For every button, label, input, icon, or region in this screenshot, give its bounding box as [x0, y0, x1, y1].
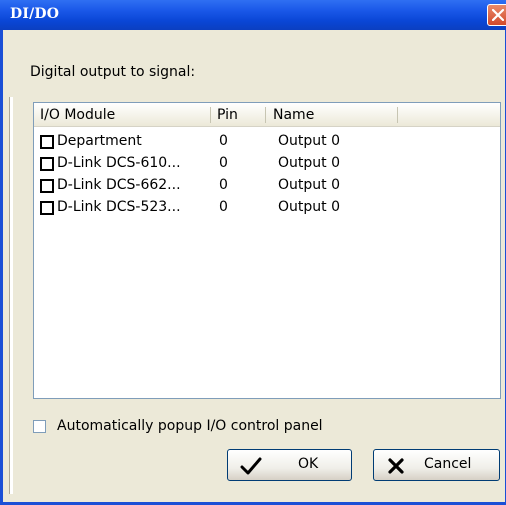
column-header-name[interactable]: Name — [267, 103, 397, 127]
row-checkbox[interactable] — [40, 135, 54, 149]
cancel-label: Cancel — [424, 456, 472, 472]
title-bar[interactable]: DI/DO — [0, 0, 506, 30]
left-divider — [9, 97, 13, 494]
column-divider[interactable] — [265, 107, 266, 123]
column-header-io-module[interactable]: I/O Module — [34, 103, 210, 127]
x-icon — [388, 458, 404, 474]
checkmark-icon — [240, 457, 262, 475]
window-title: DI/DO — [10, 6, 60, 22]
list-header: I/O Module Pin Name — [34, 103, 500, 127]
module-cell: D-Link DCS-523... — [57, 199, 181, 215]
auto-popup-label: Automatically popup I/O control panel — [57, 418, 323, 434]
pin-cell: 0 — [219, 177, 228, 193]
row-checkbox[interactable] — [40, 157, 54, 171]
pin-cell: 0 — [219, 199, 228, 215]
name-cell: Output 0 — [278, 199, 340, 215]
ok-button[interactable]: OK — [227, 449, 352, 481]
table-row[interactable]: D-Link DCS-610... 0 Output 0 — [34, 153, 500, 175]
name-cell: Output 0 — [278, 177, 340, 193]
column-divider[interactable] — [397, 107, 398, 123]
row-checkbox[interactable] — [40, 201, 54, 215]
row-checkbox[interactable] — [40, 179, 54, 193]
close-button[interactable] — [487, 4, 506, 26]
module-cell: Department — [57, 133, 142, 149]
dido-dialog: DI/DO Digital output to signal: I/O Modu… — [0, 0, 506, 505]
auto-popup-checkbox[interactable] — [33, 420, 46, 433]
table-row[interactable]: D-Link DCS-523... 0 Output 0 — [34, 197, 500, 219]
name-cell: Output 0 — [278, 133, 340, 149]
pin-cell: 0 — [219, 155, 228, 171]
cancel-button[interactable]: Cancel — [373, 449, 500, 481]
io-module-list[interactable]: I/O Module Pin Name Department 0 Output … — [33, 102, 501, 399]
close-icon — [492, 9, 504, 21]
ok-label: OK — [298, 456, 319, 472]
column-header-pin[interactable]: Pin — [211, 103, 265, 127]
module-cell: D-Link DCS-662... — [57, 177, 181, 193]
module-cell: D-Link DCS-610... — [57, 155, 181, 171]
prompt-label: Digital output to signal: — [30, 64, 196, 80]
table-row[interactable]: D-Link DCS-662... 0 Output 0 — [34, 175, 500, 197]
name-cell: Output 0 — [278, 155, 340, 171]
table-row[interactable]: Department 0 Output 0 — [34, 131, 500, 153]
pin-cell: 0 — [219, 133, 228, 149]
